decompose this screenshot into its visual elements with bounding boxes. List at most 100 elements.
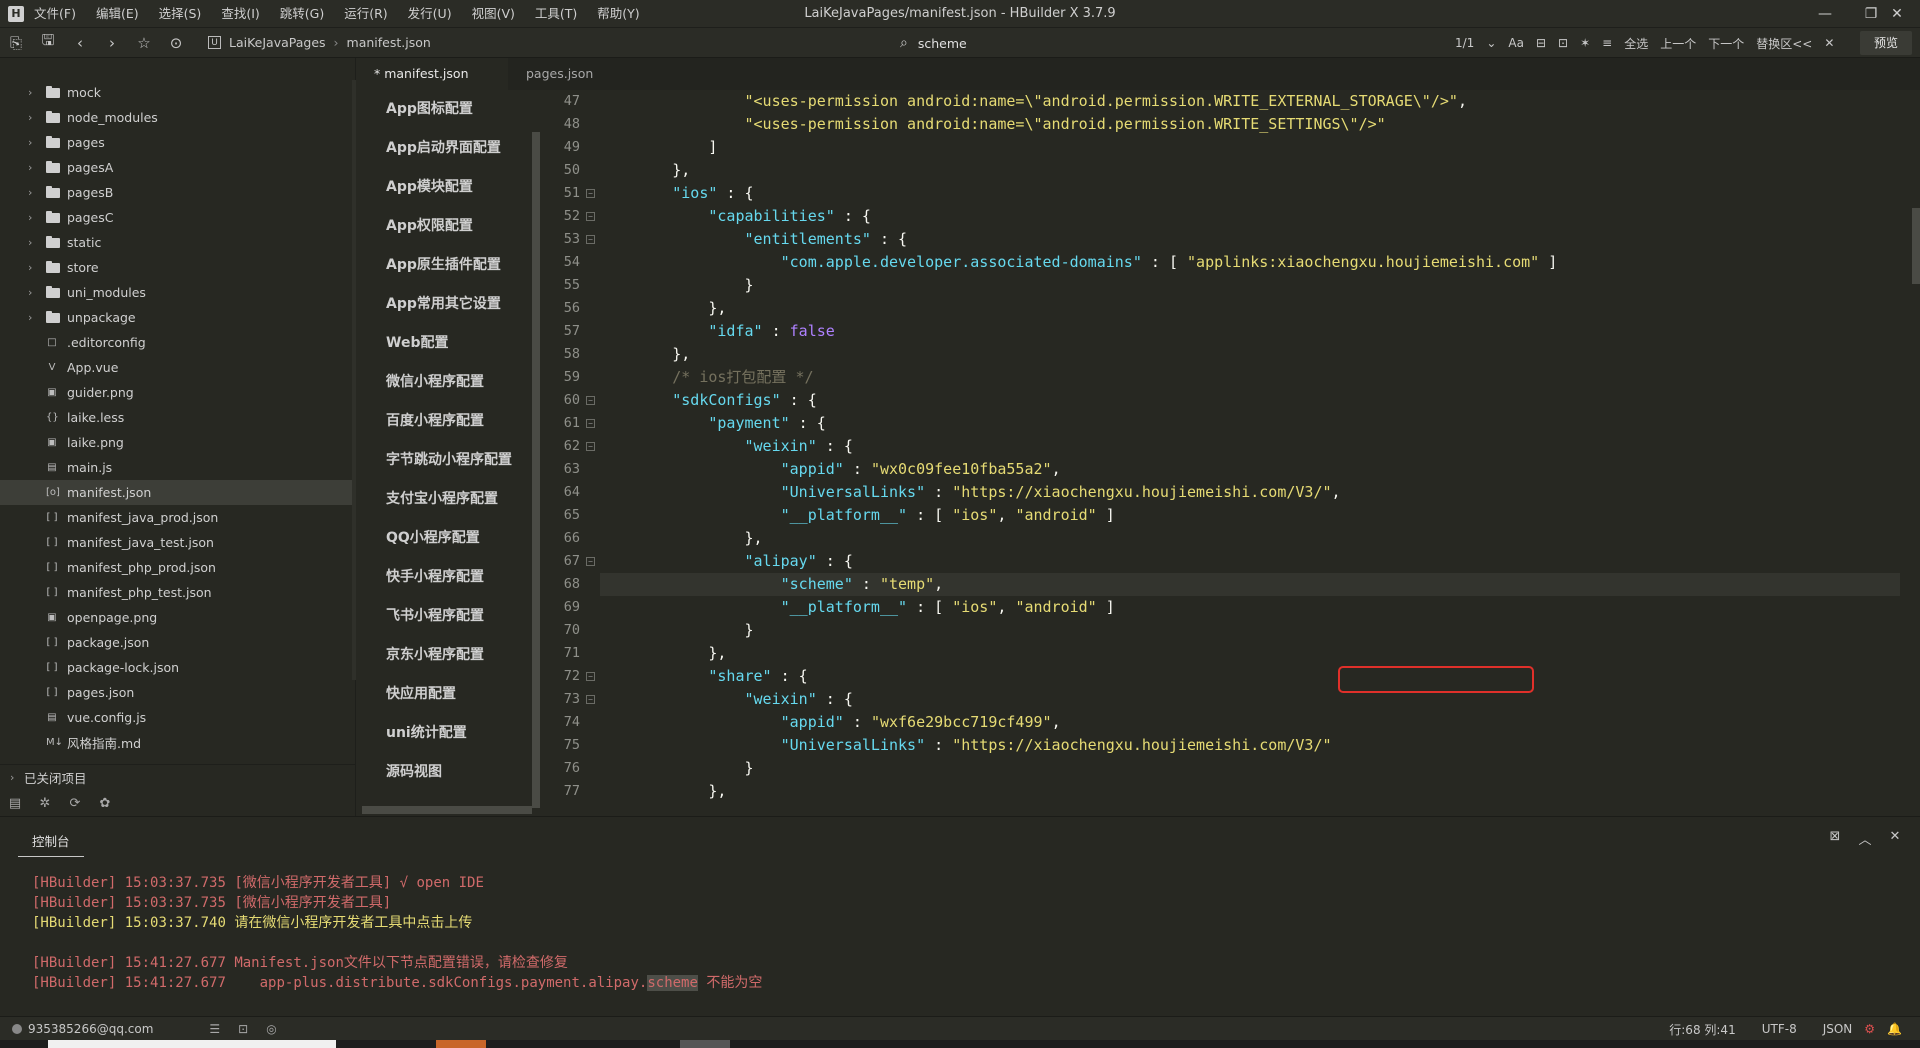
- run-icon[interactable]: ⊙: [160, 28, 192, 58]
- code-line[interactable]: "__platform__" : [ "ios", "android" ]: [600, 596, 1900, 619]
- code-line[interactable]: "share" : {: [600, 665, 1900, 688]
- menu-item[interactable]: 工具(T): [525, 0, 587, 28]
- menu-item[interactable]: 发行(U): [398, 0, 462, 28]
- chevron-right-icon[interactable]: ›: [28, 311, 32, 324]
- tree-file[interactable]: [o] manifest.json: [0, 480, 356, 505]
- config-menu-item[interactable]: App原生插件配置: [362, 246, 532, 285]
- fold-toggle-icon[interactable]: −: [586, 672, 595, 681]
- back-icon[interactable]: ‹: [64, 28, 96, 58]
- menu-item[interactable]: 查找(I): [211, 0, 269, 28]
- chevron-up-icon[interactable]: ︿: [1850, 829, 1880, 848]
- find-input[interactable]: [917, 35, 1438, 51]
- replace-toggle-button[interactable]: 替换区<<: [1756, 35, 1812, 52]
- code-line[interactable]: }: [600, 274, 1900, 297]
- code-line[interactable]: },: [600, 642, 1900, 665]
- tree-folder[interactable]: › static: [0, 230, 356, 255]
- chevron-right-icon[interactable]: ›: [28, 136, 32, 149]
- tree-folder[interactable]: › pages: [0, 130, 356, 155]
- fold-toggle-icon[interactable]: −: [586, 396, 595, 405]
- fold-toggle-icon[interactable]: −: [586, 419, 595, 428]
- config-menu-item[interactable]: uni统计配置: [362, 714, 532, 753]
- close-console-icon[interactable]: ✕: [1880, 829, 1910, 848]
- tree-file[interactable]: [ ] manifest_php_test.json: [0, 580, 356, 605]
- editor-scrollbar[interactable]: [1912, 208, 1920, 284]
- fold-toggle-icon[interactable]: −: [586, 235, 595, 244]
- config-menu-item[interactable]: 快应用配置: [362, 675, 532, 714]
- list-icon[interactable]: ≡: [1602, 36, 1612, 50]
- fold-toggle-icon[interactable]: −: [586, 189, 595, 198]
- code-line[interactable]: "sdkConfigs" : {: [600, 389, 1900, 412]
- code-editor[interactable]: 47 48 49 50 51−52−53− 54 55 56 57 58 59 60−61−62− 63…: [540, 90, 1920, 816]
- tree-file[interactable]: [ ] manifest_java_test.json: [0, 530, 356, 555]
- tab-pages[interactable]: pages.json: [512, 58, 628, 90]
- menu-item[interactable]: 编辑(E): [86, 0, 149, 28]
- code-line[interactable]: "UniversalLinks" : "https://xiaochengxu.…: [600, 481, 1900, 504]
- code-line[interactable]: },: [600, 527, 1900, 550]
- find-next-button[interactable]: 下一个: [1708, 35, 1744, 52]
- debug-icon[interactable]: ✲: [30, 796, 60, 811]
- code-line[interactable]: }: [600, 619, 1900, 642]
- whole-word-icon[interactable]: ⊟: [1536, 36, 1546, 50]
- match-case-icon[interactable]: Aa: [1508, 36, 1524, 50]
- code-line[interactable]: "ios" : {: [600, 182, 1900, 205]
- plugin-icon[interactable]: ✿: [90, 796, 120, 811]
- forward-icon[interactable]: ›: [96, 28, 128, 58]
- config-menu-item[interactable]: 源码视图: [362, 753, 532, 792]
- tree-file[interactable]: M↓ 风格指南.md: [0, 730, 356, 755]
- code-line[interactable]: "__platform__" : [ "ios", "android" ]: [600, 504, 1900, 527]
- code-line[interactable]: "capabilities" : {: [600, 205, 1900, 228]
- code-line[interactable]: "appid" : "wxf6e29bcc719cf499",: [600, 711, 1900, 734]
- code-line[interactable]: "idfa" : false: [600, 320, 1900, 343]
- chevron-right-icon[interactable]: ›: [28, 236, 32, 249]
- chevron-right-icon[interactable]: ›: [28, 186, 32, 199]
- menu-item[interactable]: 文件(F): [32, 0, 86, 28]
- code-line[interactable]: "<uses-permission android:name=\"android…: [600, 90, 1900, 113]
- notification-icon[interactable]: ⚙: [1864, 1022, 1875, 1036]
- code-line[interactable]: }: [600, 757, 1900, 780]
- preview-button[interactable]: 预览: [1859, 31, 1912, 55]
- config-hscrollbar[interactable]: [362, 806, 532, 814]
- fold-toggle-icon[interactable]: −: [586, 442, 595, 451]
- tree-folder[interactable]: › pagesB: [0, 180, 356, 205]
- terminal-icon[interactable]: ⊡: [238, 1022, 248, 1036]
- git-icon[interactable]: ⟳: [60, 796, 90, 811]
- regex-icon[interactable]: ⊡: [1558, 36, 1568, 50]
- chevron-right-icon[interactable]: ›: [28, 86, 32, 99]
- breadcrumb-file[interactable]: manifest.json: [347, 35, 431, 50]
- tree-file[interactable]: ▤ vue.config.js: [0, 705, 356, 730]
- tree-folder[interactable]: › pagesA: [0, 155, 356, 180]
- tree-file[interactable]: {} laike.less: [0, 405, 356, 430]
- tree-file[interactable]: ▣ laike.png: [0, 430, 356, 455]
- tree-file[interactable]: [ ] package-lock.json: [0, 655, 356, 680]
- code-line[interactable]: },: [600, 343, 1900, 366]
- close-find-icon[interactable]: ✕: [1824, 36, 1834, 50]
- config-menu-item[interactable]: QQ小程序配置: [362, 519, 532, 558]
- menu-item[interactable]: 跳转(G): [270, 0, 334, 28]
- code-line[interactable]: "weixin" : {: [600, 688, 1900, 711]
- code-line[interactable]: "entitlements" : {: [600, 228, 1900, 251]
- tree-folder[interactable]: › pagesC: [0, 205, 356, 230]
- code-line[interactable]: "<uses-permission android:name=\"android…: [600, 113, 1900, 136]
- code-line[interactable]: "UniversalLinks" : "https://xiaochengxu.…: [600, 734, 1900, 757]
- new-file-icon[interactable]: ⎘: [0, 28, 32, 58]
- fold-toggle-icon[interactable]: −: [586, 695, 595, 704]
- config-scrollbar[interactable]: [532, 132, 540, 808]
- folder-icon[interactable]: ▤: [0, 796, 30, 811]
- tree-file[interactable]: [ ] package.json: [0, 630, 356, 655]
- chevron-right-icon[interactable]: ›: [28, 111, 32, 124]
- encoding[interactable]: UTF-8: [1762, 1022, 1797, 1036]
- config-menu-item[interactable]: 快手小程序配置: [362, 558, 532, 597]
- code-line[interactable]: "appid" : "wx0c09fee10fba55a2",: [600, 458, 1900, 481]
- closed-projects[interactable]: › 已关闭项目: [0, 764, 356, 790]
- tree-folder[interactable]: › uni_modules: [0, 280, 356, 305]
- wand-icon[interactable]: ✶: [1580, 36, 1590, 50]
- close-window-icon[interactable]: ✕: [1874, 0, 1920, 28]
- save-icon[interactable]: 🖫: [32, 28, 64, 58]
- tree-file[interactable]: [ ] manifest_php_prod.json: [0, 555, 356, 580]
- config-menu-item[interactable]: App图标配置: [362, 90, 532, 129]
- code-line[interactable]: "alipay" : {: [600, 550, 1900, 573]
- config-menu-item[interactable]: App权限配置: [362, 207, 532, 246]
- config-menu-item[interactable]: App启动界面配置: [362, 129, 532, 168]
- tree-file[interactable]: ▣ openpage.png: [0, 605, 356, 630]
- status-user[interactable]: 935385266@qq.com: [28, 1022, 153, 1036]
